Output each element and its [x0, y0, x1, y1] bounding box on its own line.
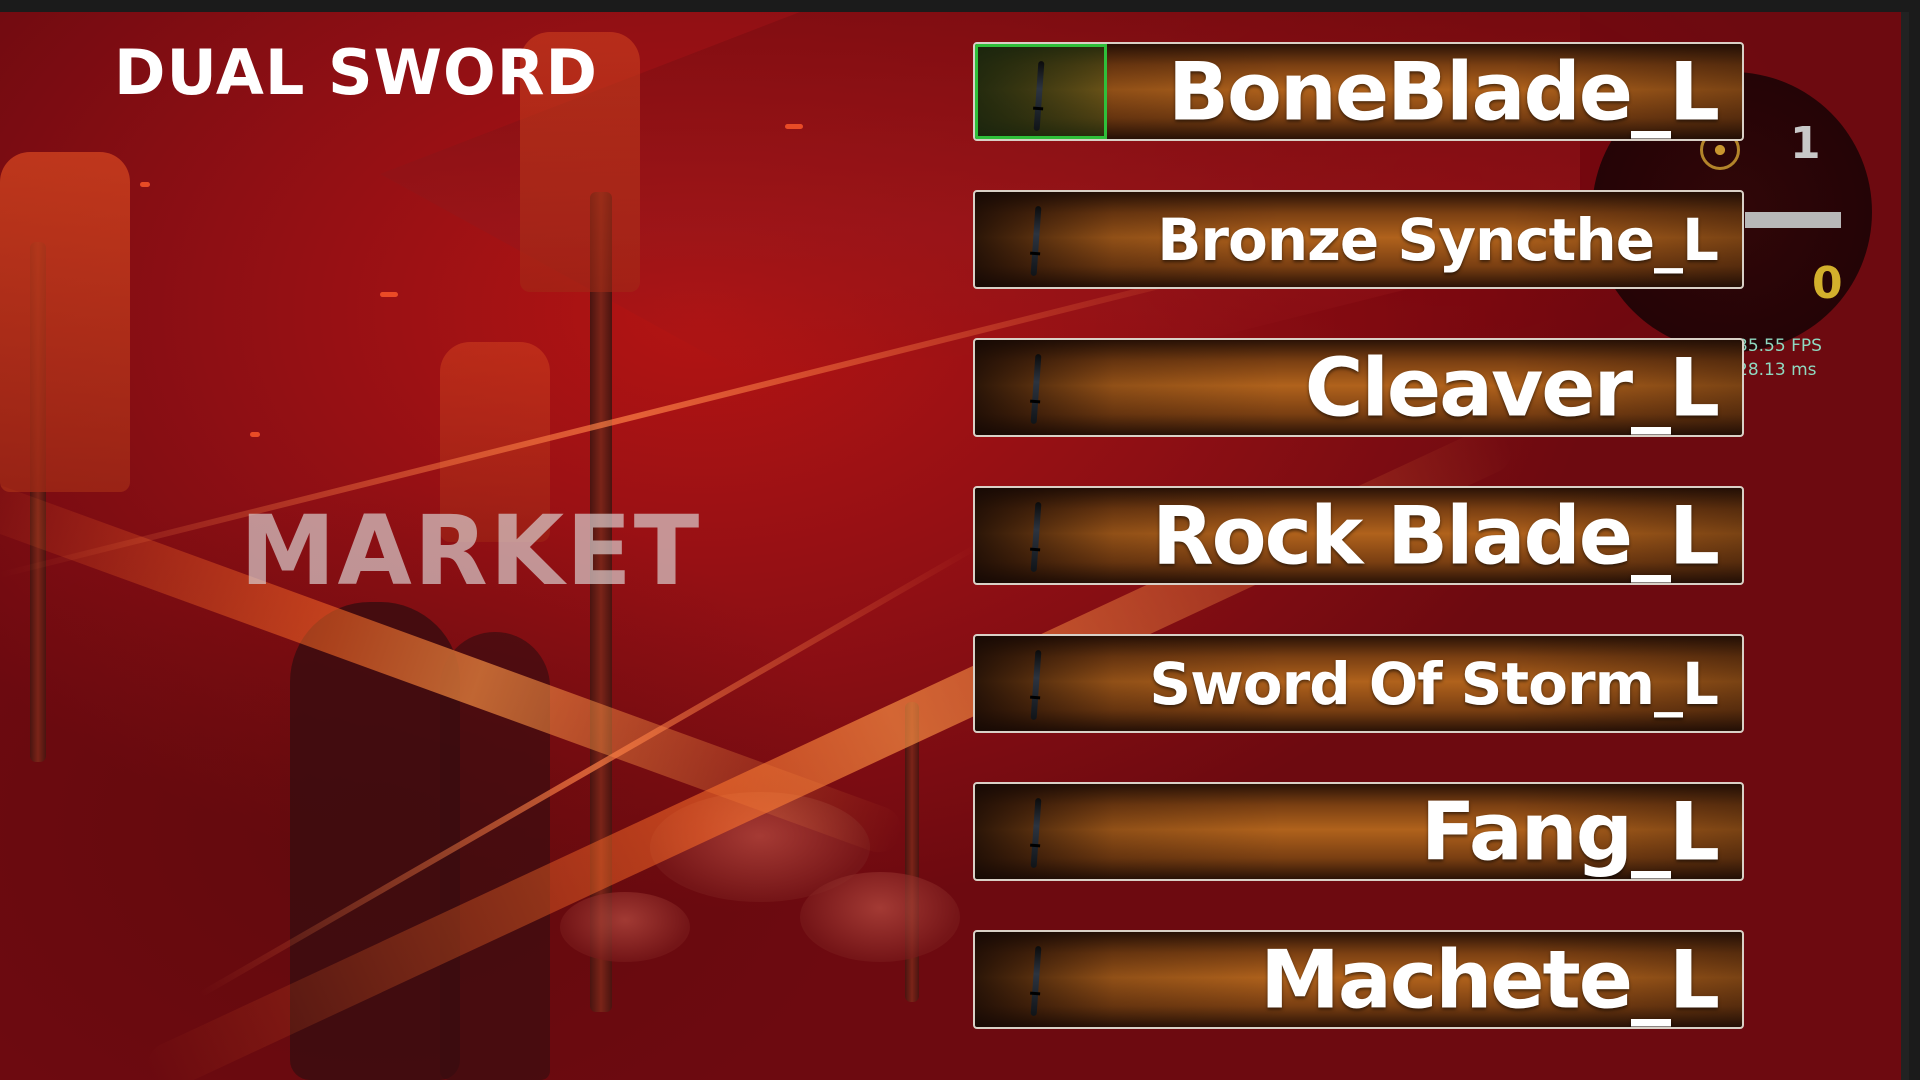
weapon-item-cleaver[interactable]: Cleaver_L: [973, 338, 1744, 437]
weapon-item-rock-blade[interactable]: Rock Blade_L: [973, 486, 1744, 585]
weapon-thumbnail: [975, 784, 1107, 879]
weapon-thumbnail: [975, 636, 1107, 731]
hud-bottom-counter: 0: [1812, 258, 1843, 309]
sword-icon: [1030, 649, 1042, 721]
market-goods-decoration: [800, 872, 960, 962]
location-label: MARKET: [240, 495, 702, 607]
weapon-name: Bronze Syncthe_L: [1157, 205, 1719, 274]
weapon-item-sword-of-storm[interactable]: Sword Of Storm_L: [973, 634, 1744, 733]
ember-decoration: [380, 292, 398, 297]
weapon-name: Machete_L: [1260, 933, 1720, 1026]
weapon-item-bronze-syncthe[interactable]: Bronze Syncthe_L: [973, 190, 1744, 289]
weapon-thumbnail: [975, 488, 1107, 583]
sword-icon: [1030, 501, 1042, 573]
weapon-thumbnail: [975, 44, 1107, 139]
ember-decoration: [250, 432, 260, 437]
weapon-item-boneblade[interactable]: BoneBlade_L: [973, 42, 1744, 141]
sword-icon: [1030, 797, 1042, 869]
weapon-thumbnail: [975, 932, 1107, 1027]
weapon-name: BoneBlade_L: [1167, 45, 1720, 138]
weapon-list: BoneBlade_L Bronze Syncthe_L Cleaver_L R…: [973, 42, 1744, 1078]
category-title: DUAL SWORD: [114, 36, 598, 109]
hud-top-counter: 1: [1790, 118, 1821, 169]
sword-icon: [1030, 205, 1042, 277]
fps-readout: 35.55 FPS: [1737, 336, 1822, 356]
weapon-item-machete[interactable]: Machete_L: [973, 930, 1744, 1029]
weapon-name: Fang_L: [1420, 785, 1720, 878]
weapon-name: Rock Blade_L: [1152, 489, 1720, 582]
weapon-thumbnail: [975, 192, 1107, 287]
weapon-name: Sword Of Storm_L: [1149, 649, 1719, 718]
ember-decoration: [785, 124, 803, 129]
weapon-thumbnail: [975, 340, 1107, 435]
ember-decoration: [140, 182, 150, 187]
performance-overlay: 35.55 FPS 28.13 ms: [1737, 334, 1822, 382]
weapon-item-fang[interactable]: Fang_L: [973, 782, 1744, 881]
hanging-cloth-decoration: [0, 152, 130, 492]
sword-icon: [1030, 353, 1042, 425]
weapon-name: Cleaver_L: [1304, 341, 1720, 434]
hud-separator-bar: [1745, 212, 1841, 228]
sword-icon: [1030, 945, 1042, 1017]
frame-time-readout: 28.13 ms: [1737, 360, 1817, 380]
sword-icon: [1033, 60, 1045, 132]
market-goods-decoration: [560, 892, 690, 962]
